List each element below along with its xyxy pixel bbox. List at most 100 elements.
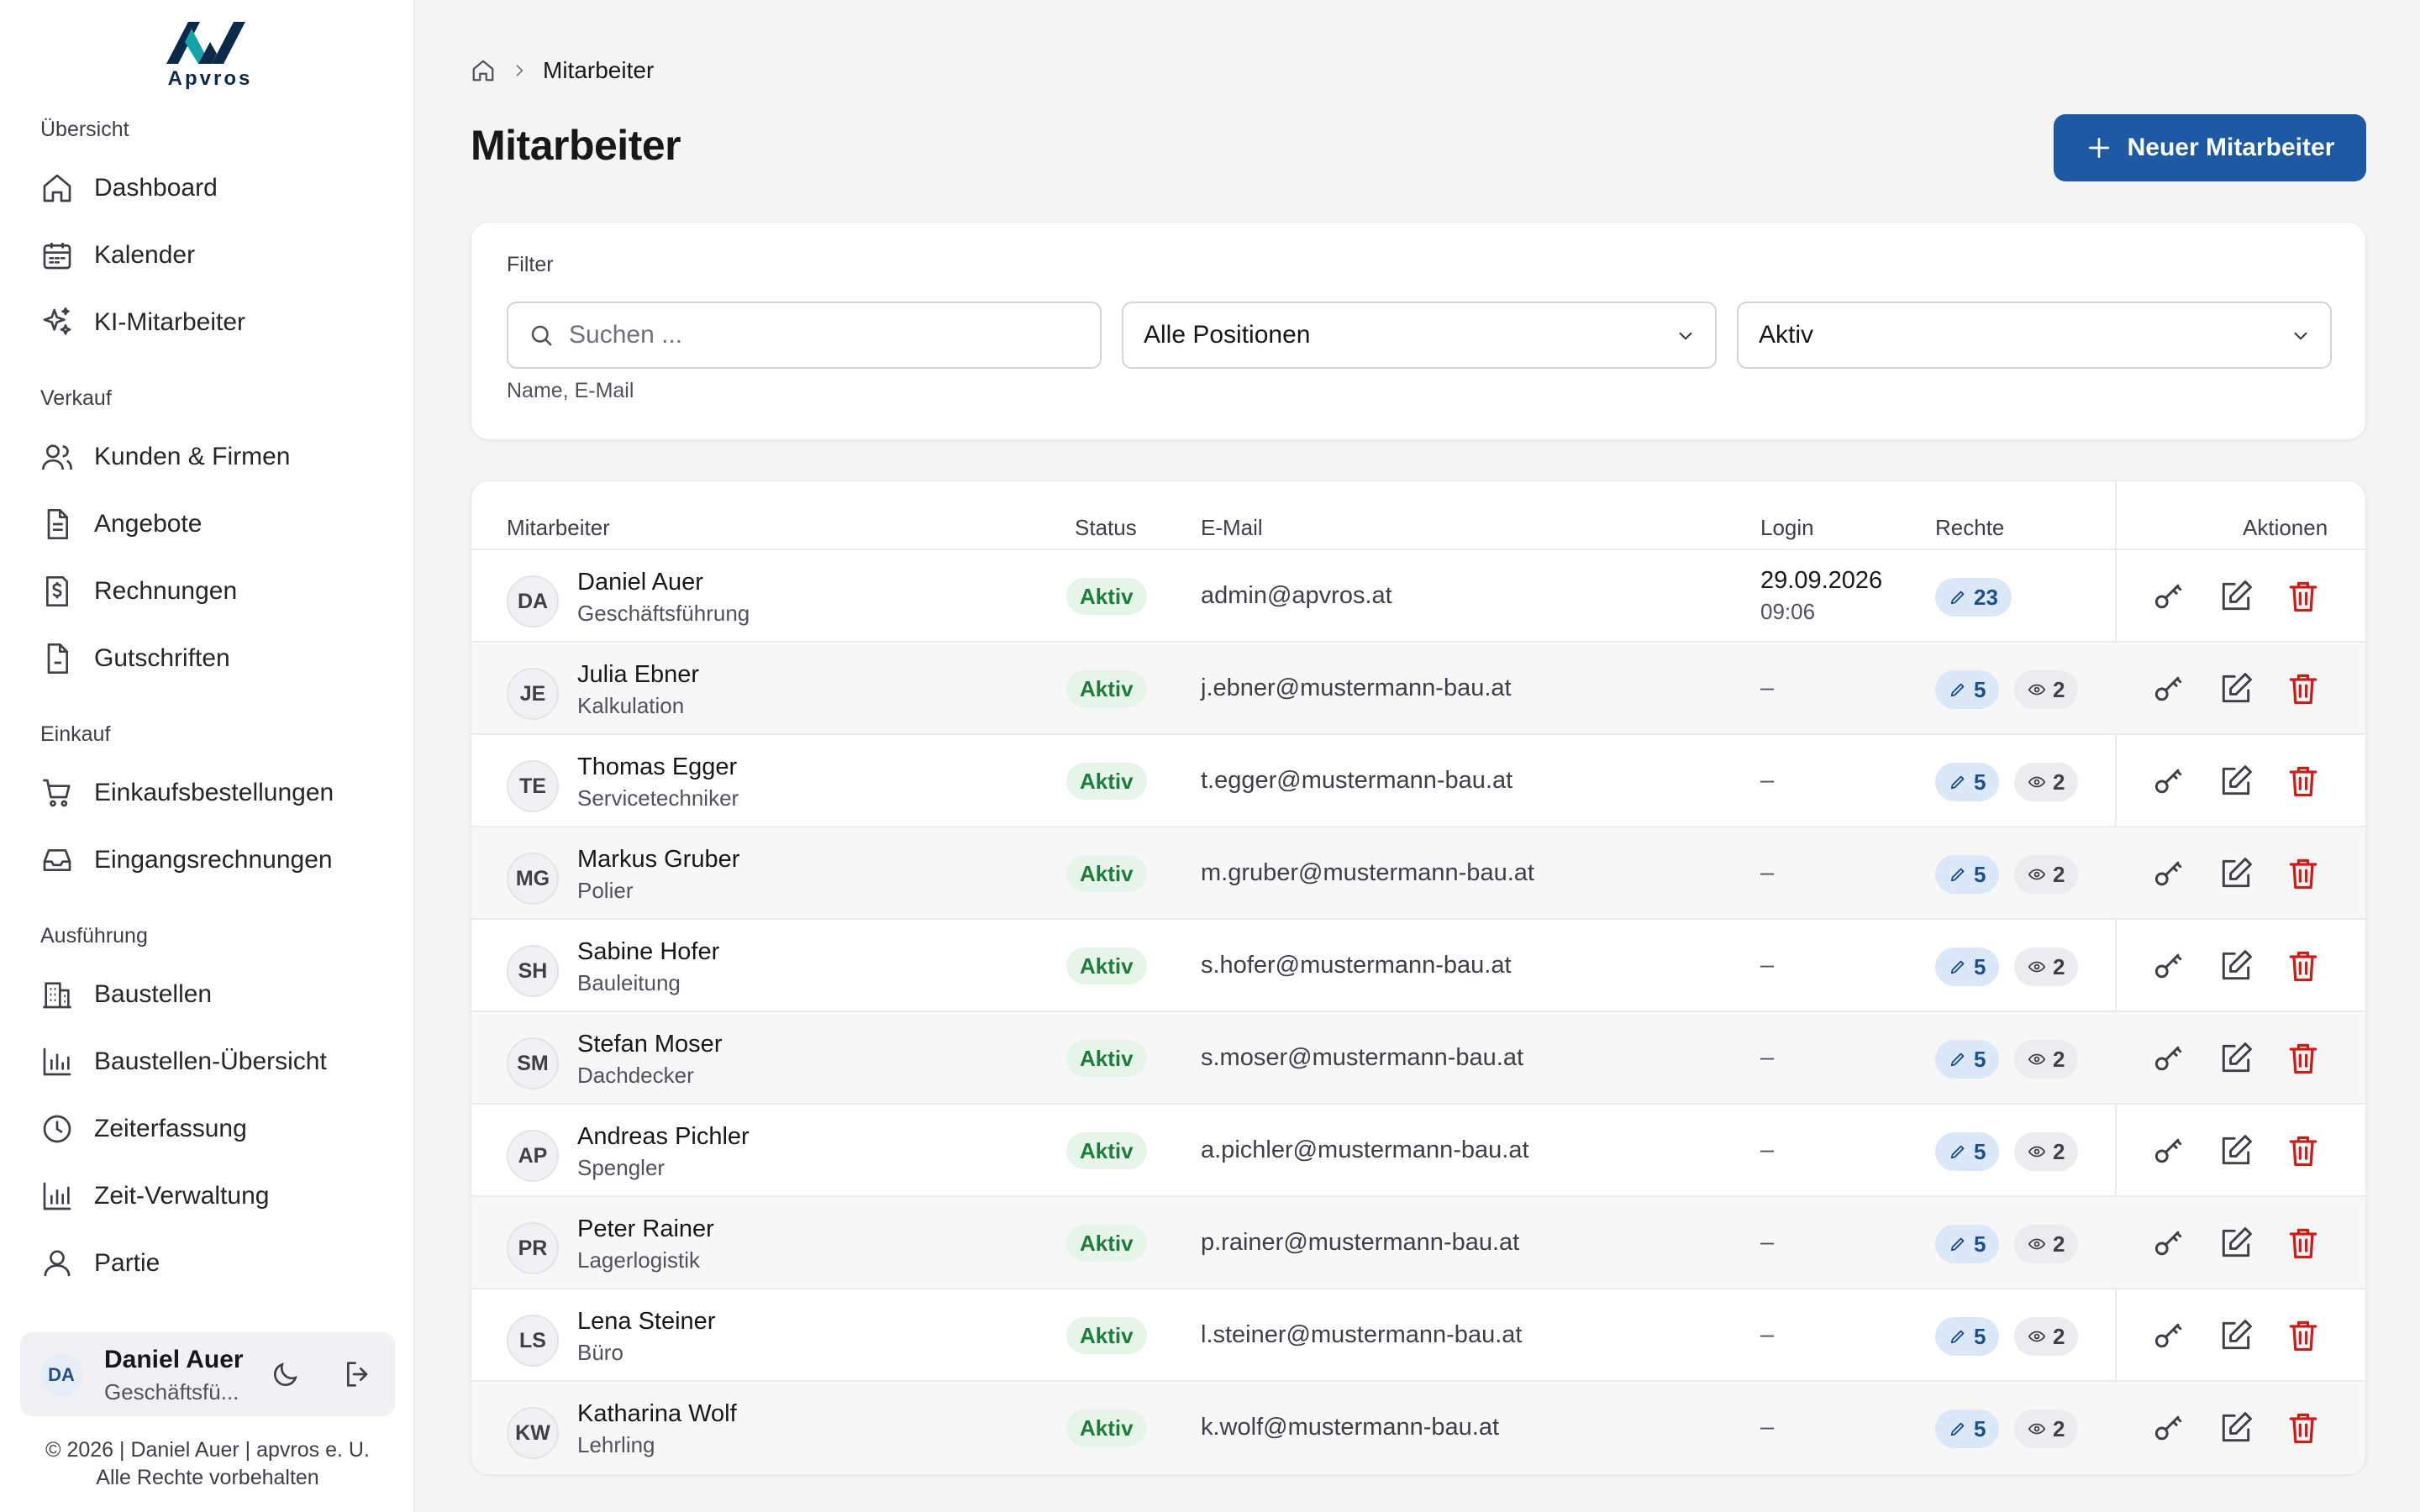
edit-icon (2217, 948, 2254, 984)
employee-position: Lehrling (577, 1432, 655, 1457)
login-empty: – (1760, 675, 1775, 701)
sidebar-item-gutschriften[interactable]: Gutschriften (40, 633, 385, 684)
sidebar-item-zeit-verwaltung[interactable]: Zeit-Verwaltung (40, 1171, 385, 1221)
edit-rights-count: 5 (1974, 1138, 1986, 1164)
sidebar-item-label: Rechnungen (94, 577, 238, 605)
document-icon (40, 507, 74, 541)
search-input[interactable]: Suchen ... (507, 302, 1102, 369)
table-row[interactable]: TE Thomas Egger Servicetechniker Aktiv t.egg… (471, 735, 2365, 827)
permissions-button[interactable] (2150, 1317, 2187, 1354)
login-empty: – (1760, 1321, 1775, 1348)
permissions-button[interactable] (2150, 763, 2187, 800)
table-row[interactable]: DA Daniel Auer Geschäftsführung Aktiv admin@… (471, 550, 2365, 643)
sidebar-item-baustellen[interactable]: Baustellen (40, 969, 385, 1020)
sidebar-item-kalender[interactable]: Kalender (40, 230, 385, 281)
edit-rights-badge: 5 (1935, 670, 2000, 709)
permissions-button[interactable] (2150, 855, 2187, 892)
table-row[interactable]: SM Stefan Moser Dachdecker Aktiv s.moser@mus… (471, 1012, 2365, 1105)
permissions-button[interactable] (2150, 1132, 2187, 1169)
new-employee-button[interactable]: Neuer Mitarbeiter (2054, 114, 2366, 181)
position-select[interactable]: Alle Positionen (1122, 302, 1717, 369)
table-row[interactable]: MG Markus Gruber Polier Aktiv m.gruber@muste… (471, 827, 2365, 920)
home-icon[interactable] (471, 58, 496, 83)
sidebar-item-einkaufsbestellungen[interactable]: Einkaufsbestellungen (40, 768, 385, 818)
edit-button[interactable] (2217, 1317, 2254, 1354)
sidebar-item-partie[interactable]: Partie (40, 1238, 385, 1289)
table-row[interactable]: KW Katharina Wolf Lehrling Aktiv k.wolf@must… (471, 1382, 2365, 1474)
edit-button[interactable] (2217, 578, 2254, 615)
permissions-button[interactable] (2150, 1225, 2187, 1262)
permissions-button[interactable] (2150, 1040, 2187, 1077)
permissions-button[interactable] (2150, 578, 2187, 615)
trash-icon (2285, 670, 2322, 707)
sidebar-item-zeiterfassung[interactable]: Zeiterfassung (40, 1104, 385, 1154)
avatar: SH (507, 945, 559, 997)
delete-button[interactable] (2285, 855, 2322, 892)
sidebar-item-label: Baustellen-Übersicht (94, 1047, 327, 1075)
delete-button[interactable] (2285, 670, 2322, 707)
table-row[interactable]: AP Andreas Pichler Spengler Aktiv a.pichler@… (471, 1105, 2365, 1197)
eye-icon (2028, 1420, 2046, 1438)
delete-button[interactable] (2285, 948, 2322, 984)
edit-button[interactable] (2217, 1225, 2254, 1262)
column-header-actions: Aktionen (2243, 515, 2328, 540)
edit-button[interactable] (2217, 1410, 2254, 1446)
edit-rights-count: 5 (1974, 769, 1986, 795)
delete-button[interactable] (2285, 763, 2322, 800)
column-header-email[interactable]: E-Mail (1201, 515, 1263, 541)
logout-button[interactable] (341, 1357, 375, 1391)
delete-button[interactable] (2285, 1225, 2322, 1262)
edit-rights-badge: 5 (1935, 1317, 2000, 1356)
table-row[interactable]: JE Julia Ebner Kalkulation Aktiv j.ebner@mus… (471, 643, 2365, 735)
delete-button[interactable] (2285, 578, 2322, 615)
edit-button[interactable] (2217, 855, 2254, 892)
employee-email: p.rainer@mustermann-bau.at (1201, 1229, 1520, 1256)
view-rights-count: 2 (2053, 1323, 2065, 1349)
column-header-employee[interactable]: Mitarbeiter (507, 515, 610, 541)
delete-button[interactable] (2285, 1317, 2322, 1354)
sidebar-item-eingangsrechnungen[interactable]: Eingangsrechnungen (40, 835, 385, 885)
dark-mode-toggle[interactable] (269, 1357, 302, 1391)
edit-button[interactable] (2217, 1132, 2254, 1169)
apvros-logo[interactable]: Apvros (160, 17, 260, 90)
employee-email: s.hofer@mustermann-bau.at (1201, 952, 1512, 979)
employee-position: Servicetechniker (577, 785, 739, 811)
column-header-status[interactable]: Status (1075, 515, 1137, 541)
trash-icon (2285, 855, 2322, 892)
column-header-login[interactable]: Login (1760, 515, 1814, 541)
login-empty: – (1760, 767, 1775, 794)
sidebar-item-dashboard[interactable]: Dashboard (40, 163, 385, 213)
sidebar-item-ki-mitarbeiter[interactable]: KI-Mitarbeiter (40, 297, 385, 348)
permissions-button[interactable] (2150, 1410, 2187, 1446)
delete-button[interactable] (2285, 1040, 2322, 1077)
table-row[interactable]: PR Peter Rainer Lagerlogistik Aktiv p.rainer… (471, 1197, 2365, 1289)
permissions-button[interactable] (2150, 948, 2187, 984)
employee-position: Spengler (577, 1155, 666, 1180)
trash-icon (2285, 1317, 2322, 1354)
key-icon (2150, 1040, 2187, 1077)
nav-section-verkauf: Verkauf (40, 386, 112, 410)
delete-button[interactable] (2285, 1132, 2322, 1169)
edit-button[interactable] (2217, 948, 2254, 984)
status-badge: Aktiv (1066, 670, 1147, 707)
sidebar-item-baustellen-uebersicht[interactable]: Baustellen-Übersicht (40, 1037, 385, 1087)
edit-button[interactable] (2217, 1040, 2254, 1077)
view-rights-count: 2 (2053, 676, 2065, 702)
user-profile-card[interactable]: DA Daniel Auer Geschäftsfü... (20, 1332, 395, 1416)
sidebar-item-rechnungen[interactable]: Rechnungen (40, 566, 385, 617)
sidebar-item-angebote[interactable]: Angebote (40, 499, 385, 549)
table-row[interactable]: LS Lena Steiner Büro Aktiv l.steiner@musterm… (471, 1289, 2365, 1382)
delete-button[interactable] (2285, 1410, 2322, 1446)
status-select[interactable]: Aktiv (1737, 302, 2332, 369)
avatar: PR (507, 1222, 559, 1274)
status-select-value: Aktiv (1759, 321, 1814, 349)
edit-icon (2217, 1225, 2254, 1262)
edit-button[interactable] (2217, 763, 2254, 800)
status-badge: Aktiv (1066, 855, 1147, 892)
edit-button[interactable] (2217, 670, 2254, 707)
employee-position: Geschäftsführung (577, 601, 750, 626)
permissions-button[interactable] (2150, 670, 2187, 707)
table-row[interactable]: SH Sabine Hofer Bauleitung Aktiv s.hofer@mus… (471, 920, 2365, 1012)
chevron-down-icon (1675, 325, 1697, 347)
sidebar-item-kunden-firmen[interactable]: Kunden & Firmen (40, 432, 385, 482)
